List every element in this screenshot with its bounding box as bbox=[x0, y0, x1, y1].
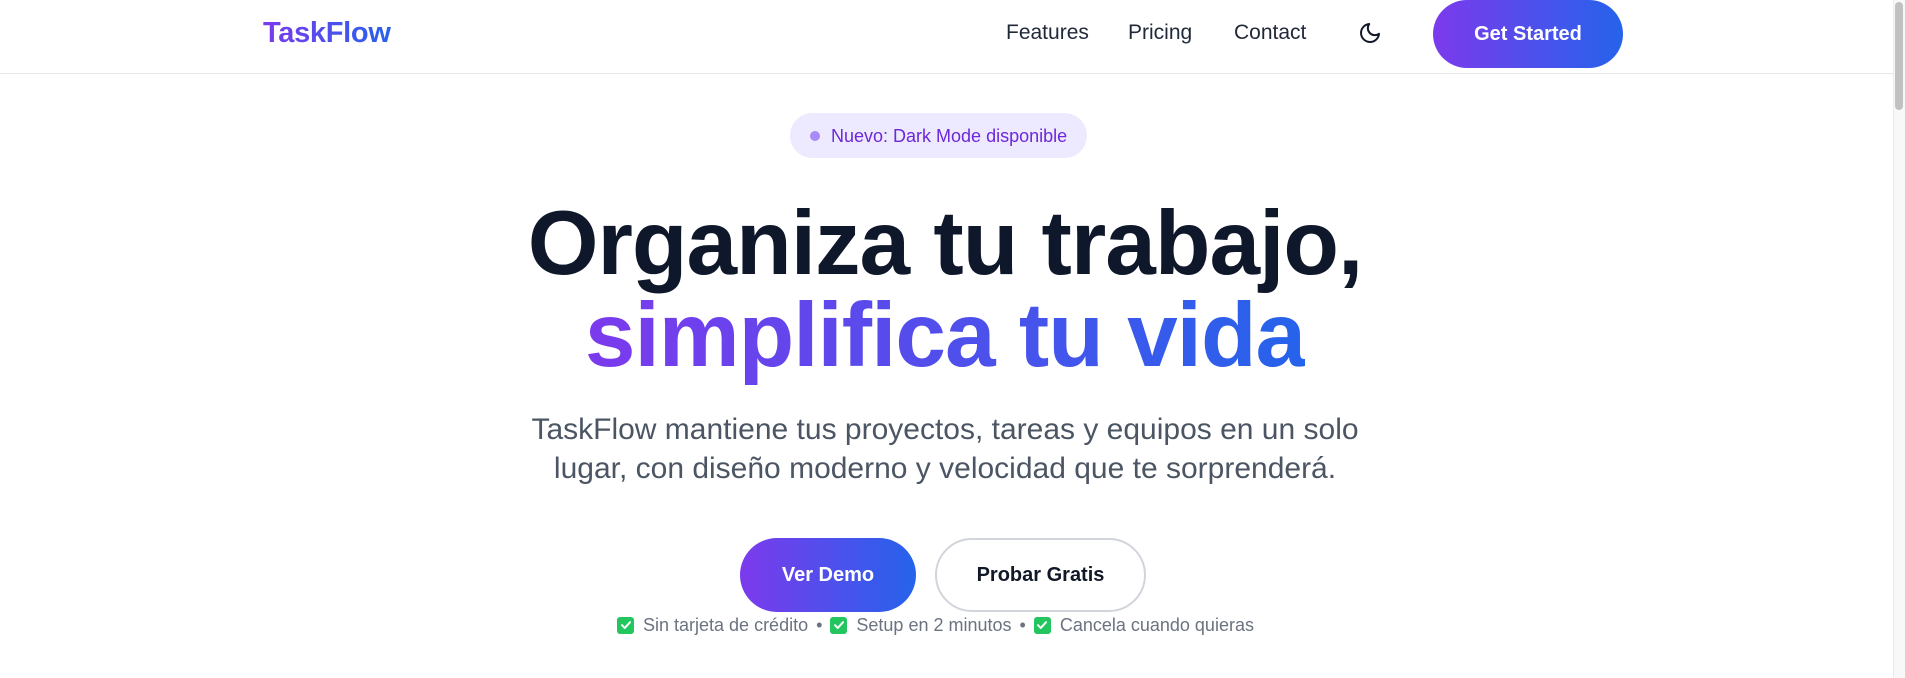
perk-separator: • bbox=[1019, 615, 1026, 635]
moon-icon bbox=[1360, 23, 1380, 43]
nav-link-features[interactable]: Features bbox=[1006, 21, 1089, 45]
hero-subtitle-line-2: lugar, con diseño moderno y velocidad qu… bbox=[553, 452, 1337, 485]
try-free-button[interactable]: Probar Gratis bbox=[935, 538, 1146, 612]
get-started-button[interactable]: Get Started bbox=[1433, 0, 1623, 68]
scrollbar-thumb[interactable] bbox=[1895, 2, 1903, 110]
view-demo-button[interactable]: Ver Demo bbox=[740, 538, 916, 612]
hero-subtitle-line-1: TaskFlow mantiene tus proyectos, tareas … bbox=[531, 413, 1359, 446]
perk-separator: • bbox=[816, 615, 823, 635]
hero-title-highlight: simplifica tu vida bbox=[584, 285, 1306, 386]
page-scrollbar[interactable] bbox=[1893, 0, 1905, 678]
announcement-badge: Nuevo: Dark Mode disponible bbox=[790, 113, 1088, 158]
check-icon bbox=[830, 616, 848, 634]
check-icon bbox=[617, 616, 634, 634]
perk-text: Cancela cuando quieras bbox=[1059, 615, 1254, 635]
perk-item: Cancela cuando quieras bbox=[1033, 614, 1254, 636]
brand-logo[interactable]: TaskFlow bbox=[263, 17, 391, 49]
perk-item: Sin tarjeta de crédito bbox=[617, 614, 808, 636]
check-icon bbox=[1033, 616, 1051, 634]
hero-title-line-2: simplifica tu vida bbox=[0, 288, 1890, 384]
badge-dot-icon bbox=[810, 130, 820, 141]
nav-link-contact[interactable]: Contact bbox=[1234, 21, 1306, 45]
hero-title-line-1: Organiza tu trabajo, bbox=[527, 193, 1364, 294]
badge-text: Nuevo: Dark Mode disponible bbox=[831, 125, 1068, 146]
theme-toggle-button[interactable] bbox=[1356, 19, 1384, 47]
nav-link-pricing[interactable]: Pricing bbox=[1128, 21, 1192, 45]
perk-text: Sin tarjeta de crédito bbox=[643, 615, 809, 635]
navbar: TaskFlow Features Pricing Contact Get St… bbox=[0, 0, 1905, 74]
perk-item: Setup en 2 minutos bbox=[830, 614, 1012, 636]
perk-text: Setup en 2 minutos bbox=[856, 615, 1012, 635]
perks-list: Sin tarjeta de crédito • Setup en 2 minu… bbox=[617, 614, 1254, 636]
